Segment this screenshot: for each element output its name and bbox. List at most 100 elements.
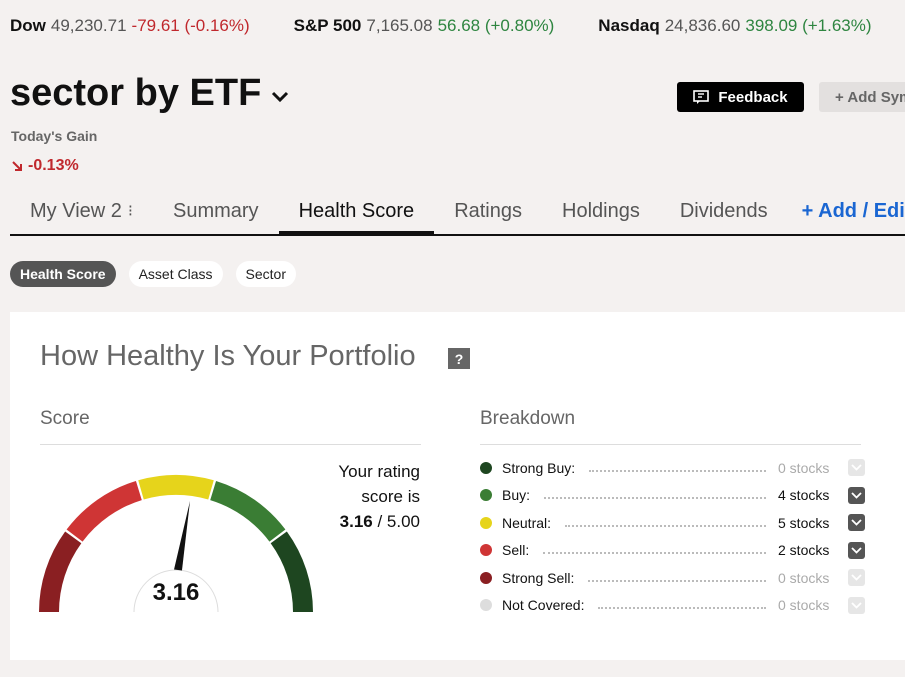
market-ticker-bar: Dow 49,230.71 -79.61 (-0.16%) S&P 500 7,… [10, 16, 905, 38]
portfolio-tabs: My View 2 ⁝ Summary Health Score Ratings… [10, 188, 905, 236]
breakdown-count: 2 stocks [778, 542, 830, 559]
ticker-change: 398.09 (+1.63%) [745, 16, 872, 35]
kebab-menu-icon[interactable]: ⁝ [128, 201, 133, 221]
gauge-segment-neutral [138, 475, 214, 500]
expand-chevron-icon [848, 569, 865, 587]
breakdown-label: Neutral: [502, 514, 552, 531]
breakdown-count: 4 stocks [778, 487, 830, 504]
breakdown-count: 0 stocks [778, 459, 830, 476]
ticker-value: 24,836.60 [664, 16, 741, 35]
rating-color-dot [480, 599, 492, 612]
tab-label: My View 2 [30, 199, 122, 222]
health-score-gauge: 3.16 [39, 475, 313, 612]
rating-score: 3.16 [339, 512, 373, 531]
breakdown-label: Strong Buy: [502, 459, 576, 476]
breakdown-row[interactable]: Sell: 2 stocks [480, 537, 865, 565]
ticker-sp500[interactable]: S&P 500 7,165.08 56.68 (+0.80%) [294, 16, 555, 38]
health-score-card: How Healthy Is Your Portfolio ? Score 3.… [10, 312, 905, 660]
rating-color-dot [480, 516, 492, 529]
breakdown-label: Sell: [502, 542, 530, 559]
ticker-value: 7,165.08 [366, 16, 433, 35]
add-edit-views-link[interactable]: + Add / Edit [788, 188, 905, 234]
todays-gain-value: -0.13% [11, 157, 79, 175]
breakdown-list: Strong Buy: 0 stocks Buy: 4 stocks Neutral: 5… [480, 454, 865, 619]
breakdown-label: Not Covered: [502, 597, 585, 614]
breakdown-label: Buy: [502, 487, 531, 504]
expand-chevron-icon[interactable] [848, 514, 865, 532]
tab-summary[interactable]: Summary [153, 188, 279, 234]
ticker-name: Nasdaq [598, 16, 660, 35]
breakdown-row: Strong Buy: 0 stocks [480, 454, 865, 482]
view-filter-chips: Health Score Asset Class Sector [10, 261, 296, 287]
breakdown-count: 5 stocks [778, 514, 830, 531]
tab-dividends[interactable]: Dividends [660, 188, 788, 234]
gauge-value: 3.16 [153, 579, 200, 606]
add-symbol-button[interactable]: + Add Symbol [819, 82, 905, 112]
chip-health-score[interactable]: Health Score [10, 261, 116, 287]
rating-score-line: 3.16 / 5.00 [310, 509, 420, 534]
portfolio-title: sector by ETF [10, 72, 262, 114]
chip-sector[interactable]: Sector [235, 261, 296, 287]
tab-label: Dividends [679, 199, 768, 222]
portfolio-selector[interactable]: sector by ETF [10, 72, 289, 115]
dotted-leader [565, 524, 766, 527]
tab-label: Summary [172, 199, 259, 222]
rating-color-dot [480, 571, 492, 584]
tab-holdings[interactable]: Holdings [542, 188, 660, 234]
ticker-value: 49,230.71 [50, 16, 127, 35]
tab-ratings[interactable]: Ratings [434, 188, 542, 234]
dotted-leader [543, 552, 766, 555]
rating-separator: / [372, 512, 387, 531]
dotted-leader [589, 469, 766, 472]
todays-gain-label: Today's Gain [11, 128, 98, 144]
ticker-change: -79.61 (-0.16%) [131, 16, 250, 35]
tab-health-score[interactable]: Health Score [278, 188, 435, 236]
arrow-down-right-icon [12, 161, 22, 171]
rating-max: 5.00 [386, 512, 420, 531]
gain-percent: -0.13% [28, 157, 79, 174]
breakdown-row[interactable]: Neutral: 5 stocks [480, 509, 865, 537]
card-title: How Healthy Is Your Portfolio [40, 340, 416, 372]
score-heading: Score [40, 408, 421, 445]
tab-label: Health Score [298, 199, 415, 222]
chip-asset-class[interactable]: Asset Class [128, 261, 223, 287]
add-symbol-label: + Add Symbol [835, 88, 905, 106]
expand-chevron-icon[interactable] [848, 486, 865, 504]
rating-summary: Your rating score is 3.16 / 5.00 [310, 459, 420, 534]
ticker-name: S&P 500 [293, 16, 362, 35]
breakdown-row[interactable]: Buy: 4 stocks [480, 482, 865, 510]
dotted-leader [544, 497, 766, 500]
feedback-icon [693, 90, 710, 104]
breakdown-heading: Breakdown [480, 408, 861, 445]
breakdown-label: Strong Sell: [502, 569, 575, 586]
feedback-label: Feedback [718, 88, 788, 106]
tab-my-view-2[interactable]: My View 2 ⁝ [10, 188, 153, 234]
breakdown-count: 0 stocks [778, 569, 830, 586]
rating-line-2: score is [361, 487, 420, 506]
ticker-dow[interactable]: Dow 49,230.71 -79.61 (-0.16%) [10, 16, 250, 38]
gauge-needle [174, 500, 191, 571]
tab-label: Holdings [562, 199, 640, 222]
rating-color-dot [480, 461, 492, 474]
ticker-change: 56.68 (+0.80%) [437, 16, 555, 35]
breakdown-row: Not Covered: 0 stocks [480, 592, 865, 620]
gauge-segment-strong-sell [39, 531, 82, 612]
breakdown-row: Strong Sell: 0 stocks [480, 564, 865, 592]
expand-chevron-icon[interactable] [848, 541, 865, 559]
expand-chevron-icon [848, 596, 865, 614]
ticker-name: Dow [10, 16, 46, 35]
rating-line-1: Your rating [338, 462, 420, 481]
gauge-segment-buy [209, 480, 286, 542]
rating-color-dot [480, 489, 492, 502]
dotted-leader [588, 579, 766, 582]
feedback-button[interactable]: Feedback [677, 82, 804, 112]
dotted-leader [598, 607, 766, 610]
breakdown-count: 0 stocks [778, 597, 830, 614]
expand-chevron-icon [848, 459, 865, 477]
help-icon[interactable]: ? [448, 348, 470, 369]
chevron-down-icon[interactable] [271, 91, 289, 103]
rating-color-dot [480, 544, 492, 557]
gauge-segment-strong-buy [270, 531, 313, 612]
gauge-segment-sell [66, 480, 143, 542]
ticker-nasdaq[interactable]: Nasdaq 24,836.60 398.09 (+1.63%) [598, 16, 871, 38]
